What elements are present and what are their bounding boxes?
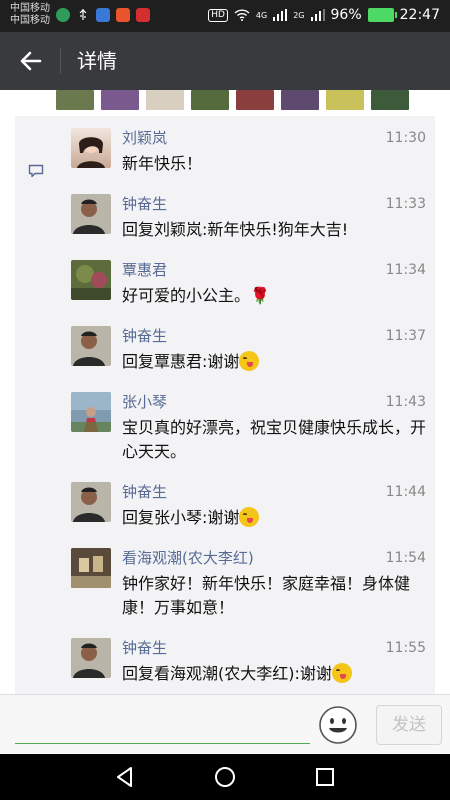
comment-item[interactable]: 钟奋生 11:44 回复张小琴:谢谢 bbox=[71, 482, 435, 538]
title-divider bbox=[60, 48, 61, 74]
signal-icon-1 bbox=[273, 9, 288, 21]
comment-time: 11:34 bbox=[385, 262, 426, 278]
comment-text: 新年快乐！ bbox=[122, 154, 203, 173]
commenter-name[interactable]: 钟奋生 bbox=[122, 326, 167, 346]
back-arrow-icon bbox=[20, 51, 42, 71]
network-4g: 4G bbox=[255, 10, 268, 20]
system-nav-bar bbox=[0, 754, 450, 800]
comment-item[interactable]: 钟奋生 11:33 回复刘颖岚:新年快乐!狗年大吉! bbox=[71, 194, 435, 250]
comment-time: 11:55 bbox=[385, 640, 426, 656]
carrier-2: 中国移动 bbox=[10, 15, 50, 26]
comment-item[interactable]: 看海观潮(农大李红) 11:54 钟作家好！新年快乐！家庭幸福！身体健康！万事如… bbox=[71, 548, 435, 628]
emoji-icon[interactable] bbox=[318, 705, 358, 745]
detail-content[interactable]: 刘颖岚 11:30 新年快乐！ 钟奋生 11:33 回复刘颖岚:新年快乐!狗年大… bbox=[0, 90, 450, 694]
comment-time: 11:37 bbox=[385, 328, 426, 344]
avatar[interactable] bbox=[71, 548, 111, 588]
wifi-icon bbox=[234, 9, 250, 21]
avatar[interactable] bbox=[71, 638, 111, 678]
comment-text: 回复看海观潮(农大李红):谢谢 bbox=[122, 662, 432, 686]
tongue-emoji-icon bbox=[239, 351, 260, 371]
comment-text: 宝贝真的好漂亮，祝宝贝健康快乐成长，开心天天。 bbox=[122, 418, 427, 461]
comment-text: 钟作家好！新年快乐！家庭幸福！身体健康！万事如意！ bbox=[122, 574, 411, 617]
send-button[interactable]: 发送 bbox=[376, 705, 442, 745]
nav-home-icon[interactable] bbox=[212, 764, 238, 790]
avatar[interactable] bbox=[71, 194, 111, 234]
nav-back-icon[interactable] bbox=[112, 764, 138, 790]
app-notification-icon bbox=[96, 8, 110, 22]
avatar[interactable] bbox=[71, 326, 111, 366]
liker-photo[interactable] bbox=[281, 90, 319, 110]
commenter-name[interactable]: 钟奋生 bbox=[122, 482, 167, 502]
comment-text: 好可爱的小公主。🌹 bbox=[122, 284, 432, 308]
comment-item[interactable]: 刘颖岚 11:30 新年快乐！ bbox=[71, 128, 435, 184]
tongue-emoji-icon bbox=[331, 663, 352, 683]
comment-text-body: 好可爱的小公主。 bbox=[122, 286, 251, 305]
status-bar: 中国移动 中国移动 HD 4G 2G 96% 22:47 bbox=[0, 0, 450, 32]
avatar[interactable] bbox=[71, 482, 111, 522]
comment-item[interactable]: 覃惠君 11:34 好可爱的小公主。🌹 bbox=[71, 260, 435, 316]
network-2g: 2G bbox=[293, 10, 305, 20]
liker-photo[interactable] bbox=[326, 90, 364, 110]
liker-photo[interactable] bbox=[146, 90, 184, 110]
notification-icons bbox=[56, 8, 150, 22]
avatar[interactable] bbox=[71, 128, 111, 168]
rose-emoji-icon: 🌹 bbox=[250, 286, 270, 305]
globe-icon bbox=[56, 8, 70, 22]
comment-time: 11:30 bbox=[385, 130, 426, 146]
comment-item[interactable]: 钟奋生 11:55 回复看海观潮(农大李红):谢谢 bbox=[71, 638, 435, 694]
commenter-name[interactable]: 覃惠君 bbox=[122, 260, 167, 280]
comment-input-bar: 发送 bbox=[0, 694, 450, 755]
liker-photo[interactable] bbox=[371, 90, 409, 110]
liker-photo[interactable] bbox=[101, 90, 139, 110]
news-app-icon bbox=[136, 8, 150, 22]
carrier-1: 中国移动 bbox=[10, 3, 50, 14]
comment-time: 11:44 bbox=[385, 484, 426, 500]
comment-item[interactable]: 张小琴 11:43 宝贝真的好漂亮，祝宝贝健康快乐成长，开心天天。 bbox=[71, 392, 435, 472]
tongue-emoji-icon bbox=[239, 507, 260, 527]
comment-text: 回复覃惠君:谢谢 bbox=[122, 350, 432, 374]
avatar[interactable] bbox=[71, 392, 111, 432]
comment-input[interactable] bbox=[15, 705, 310, 744]
commenter-name[interactable]: 钟奋生 bbox=[122, 638, 167, 658]
comment-time: 11:43 bbox=[385, 394, 426, 410]
usb-icon bbox=[76, 8, 90, 22]
commenter-name[interactable]: 钟奋生 bbox=[122, 194, 167, 214]
comment-time: 11:33 bbox=[385, 196, 426, 212]
comment-icon bbox=[28, 164, 44, 178]
comment-item[interactable]: 钟奋生 11:37 回复覃惠君:谢谢 bbox=[71, 326, 435, 382]
signal-icon-2 bbox=[310, 9, 325, 21]
status-right: HD 4G 2G 96% 22:47 bbox=[208, 7, 440, 23]
commenter-name[interactable]: 刘颖岚 bbox=[122, 128, 167, 148]
battery-percent: 96% bbox=[330, 7, 362, 23]
comment-text: 回复张小琴:谢谢 bbox=[122, 506, 432, 530]
comment-time: 11:54 bbox=[385, 550, 426, 566]
liker-photo[interactable] bbox=[56, 90, 94, 110]
hd-icon: HD bbox=[208, 8, 228, 22]
clock: 22:47 bbox=[399, 7, 440, 23]
commenter-name[interactable]: 看海观潮(农大李红) bbox=[122, 548, 254, 568]
comment-text-body: 回复张小琴:谢谢 bbox=[122, 508, 240, 527]
comment-list: 刘颖岚 11:30 新年快乐！ 钟奋生 11:33 回复刘颖岚:新年快乐!狗年大… bbox=[15, 116, 435, 694]
commenter-name[interactable]: 张小琴 bbox=[122, 392, 167, 412]
comment-text-body: 回复覃惠君:谢谢 bbox=[122, 352, 240, 371]
comment-text: 回复刘颖岚:新年快乐!狗年大吉! bbox=[122, 220, 349, 239]
carrier-info: 中国移动 中国移动 bbox=[10, 3, 50, 27]
comment-text-body: 回复看海观潮(农大李红):谢谢 bbox=[122, 664, 332, 683]
avatar[interactable] bbox=[71, 260, 111, 300]
liker-photo-strip bbox=[56, 90, 409, 110]
nav-recents-icon[interactable] bbox=[312, 764, 338, 790]
page-title: 详情 bbox=[77, 49, 117, 73]
back-button[interactable] bbox=[16, 46, 46, 76]
title-bar: 详情 bbox=[0, 32, 450, 90]
battery-icon bbox=[367, 8, 397, 22]
liker-photo[interactable] bbox=[191, 90, 229, 110]
liker-photo[interactable] bbox=[236, 90, 274, 110]
video-app-icon bbox=[116, 8, 130, 22]
